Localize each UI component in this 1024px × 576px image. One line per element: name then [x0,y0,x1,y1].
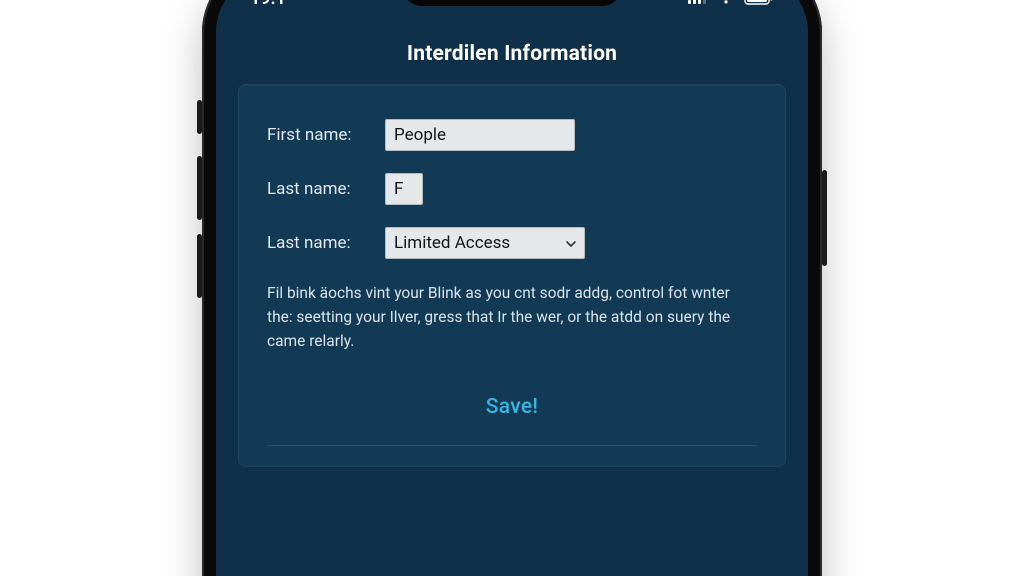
last-name-input[interactable] [385,173,423,205]
row-last-name: Last name: [267,173,757,205]
side-button-power [822,170,827,266]
divider [267,445,757,446]
last-name-label: Last name: [267,179,379,199]
row-access: Last name: Limited Access [267,227,757,259]
battery-icon [744,0,774,5]
side-button-volume-down [197,234,202,298]
form-card: First name: Last name: Last name: Limite… [238,84,786,467]
side-button-silence [197,100,202,134]
first-name-input[interactable] [385,119,575,151]
chevron-down-icon [566,233,576,253]
status-indicators [688,0,774,5]
first-name-label: First name: [267,125,379,145]
screen: 19:1 [216,0,808,576]
status-time: 19:1 [250,0,286,9]
form-description: Fil bink äochs vint your Blink as you cn… [267,281,757,353]
content: Interdilen Information First name: Last … [216,28,808,576]
cellular-icon [688,0,708,5]
row-first-name: First name: [267,119,757,151]
access-select-value: Limited Access [394,233,510,253]
access-label: Last name: [267,233,379,253]
page-title: Interdilen Information [238,42,786,66]
save-button[interactable]: Save! [486,395,538,419]
notch [402,0,622,6]
side-button-volume-up [197,156,202,220]
wifi-icon [716,0,736,5]
save-row: Save! [267,395,757,419]
access-select[interactable]: Limited Access [385,227,585,259]
phone-frame: 19:1 [202,0,822,576]
